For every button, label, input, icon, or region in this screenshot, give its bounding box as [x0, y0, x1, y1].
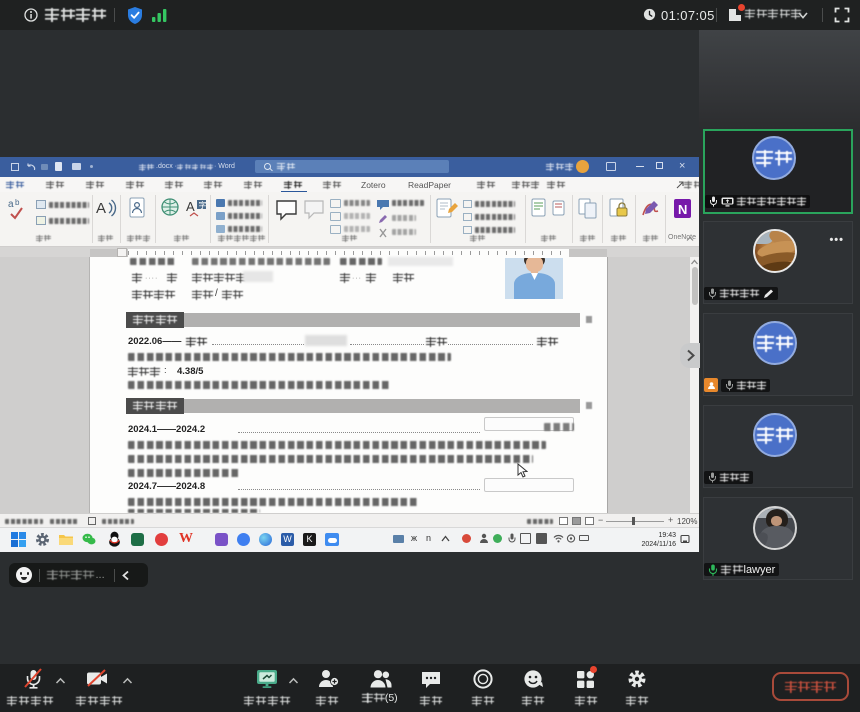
svg-text:A: A [186, 199, 195, 214]
svg-text:b: b [15, 198, 20, 207]
svg-text:N: N [678, 202, 687, 217]
svg-text:A: A [96, 200, 106, 217]
svg-text:a: a [8, 199, 14, 210]
svg-text:字: 字 [199, 200, 207, 210]
